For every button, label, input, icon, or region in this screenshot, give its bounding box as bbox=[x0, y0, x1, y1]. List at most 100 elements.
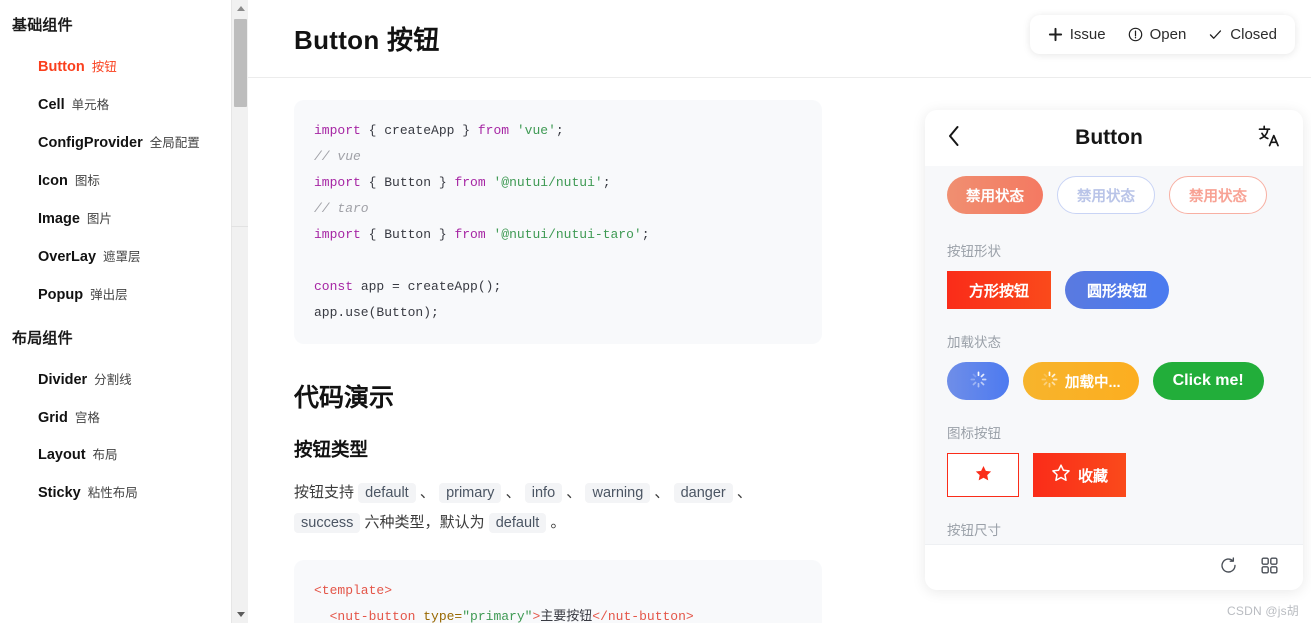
sidebar-item-layout[interactable]: Layout 布局 bbox=[0, 437, 248, 475]
scrollbar-thumb[interactable] bbox=[234, 19, 247, 107]
sidebar-item-label-en: Grid bbox=[38, 409, 68, 426]
code-token: import bbox=[314, 227, 361, 242]
code-token: { Button } bbox=[360, 175, 455, 190]
code-token: 'vue' bbox=[516, 123, 556, 138]
demo-code-block[interactable]: <template> <nut-button type="primary">主要… bbox=[294, 560, 822, 623]
loading-text-button[interactable]: 加载中... bbox=[1023, 362, 1139, 400]
sidebar-item-label-cn: 按钮 bbox=[91, 60, 117, 74]
star-outline-icon bbox=[1051, 463, 1071, 487]
issue-open-button[interactable]: Open bbox=[1128, 26, 1187, 43]
code-token: (Button); bbox=[368, 305, 439, 320]
square-button[interactable]: 方形按钮 bbox=[947, 271, 1052, 309]
refresh-icon[interactable] bbox=[1219, 556, 1238, 580]
sidebar-scrollbar[interactable] bbox=[231, 0, 248, 623]
desc-text: 按钮支持 bbox=[294, 484, 359, 501]
install-code-block[interactable]: import { createApp } from 'vue'; // vue … bbox=[294, 100, 822, 344]
code-token: ; bbox=[641, 227, 650, 242]
issue-closed-button[interactable]: Closed bbox=[1208, 26, 1277, 43]
sidebar-item-label-cn: 宫格 bbox=[74, 410, 100, 425]
translate-icon[interactable] bbox=[1257, 124, 1281, 153]
disabled-info-button[interactable]: 禁用状态 bbox=[1057, 176, 1155, 214]
sidebar-item-label-en: Cell bbox=[38, 96, 65, 113]
code-token: import bbox=[314, 123, 361, 138]
sidebar-item-label-cn: 布局 bbox=[92, 448, 118, 463]
check-icon bbox=[1208, 27, 1223, 42]
code-token: '@nutui/nutui' bbox=[493, 175, 603, 190]
desc-text: 、 bbox=[562, 484, 586, 501]
issue-open-circle-icon bbox=[1128, 27, 1143, 42]
code-token: from bbox=[454, 227, 486, 242]
sidebar-item-label-cn: 全局配置 bbox=[149, 135, 200, 150]
sidebar-item-label-cn: 单元格 bbox=[71, 97, 110, 112]
code-token: </nut-button> bbox=[592, 609, 694, 623]
code-token: // vue bbox=[314, 149, 361, 164]
sidebar-item-icon[interactable]: Icon 图标 bbox=[0, 163, 248, 201]
scroll-up-arrow[interactable] bbox=[232, 0, 248, 17]
sidebar-item-label-en: Button bbox=[38, 59, 85, 75]
issue-closed-label: Closed bbox=[1230, 26, 1277, 43]
sidebar-item-button[interactable]: Button 按钮 bbox=[0, 49, 248, 87]
code-token: from bbox=[454, 175, 486, 190]
desc-text: 、 bbox=[732, 484, 752, 501]
sidebar-item-label-cn: 粘性布局 bbox=[87, 486, 138, 501]
inline-code-warning: warning bbox=[585, 483, 651, 503]
sidebar-item-cell[interactable]: Cell 单元格 bbox=[0, 87, 248, 125]
qrcode-grid-icon[interactable] bbox=[1260, 556, 1279, 580]
issue-new-button[interactable]: Issue bbox=[1048, 26, 1106, 43]
loading-spinner-icon bbox=[1041, 371, 1058, 392]
inline-code-primary: primary bbox=[439, 483, 502, 503]
code-token: ; bbox=[602, 175, 611, 190]
sidebar-item-grid[interactable]: Grid 宫格 bbox=[0, 400, 248, 438]
sidebar-item-label-cn: 遮罩层 bbox=[103, 249, 141, 264]
loading-spinner-icon bbox=[970, 371, 987, 392]
click-me-button[interactable]: Click me! bbox=[1152, 362, 1264, 400]
disabled-primary-button[interactable]: 禁用状态 bbox=[947, 176, 1043, 214]
preview-footer bbox=[925, 544, 1303, 590]
sidebar-item-popup[interactable]: Popup 弹出层 bbox=[0, 277, 248, 315]
inline-code-default: default bbox=[488, 513, 547, 533]
sidebar-item-label-en: Sticky bbox=[38, 485, 81, 502]
loading-text-label: 加载中... bbox=[1065, 374, 1121, 391]
preview-row-icon-buttons: 收藏 bbox=[947, 453, 1281, 497]
phone-preview-panel: Button 禁用状态 禁用状态 禁用状态 按钮形状 方形按钮 圆形按钮 加载状… bbox=[925, 110, 1303, 590]
inline-code-info: info bbox=[524, 483, 563, 503]
sidebar-item-configprovider[interactable]: ConfigProvider 全局配置 bbox=[0, 125, 248, 163]
preview-row-shape: 方形按钮 圆形按钮 bbox=[947, 271, 1281, 309]
code-token: app = createApp bbox=[353, 279, 478, 294]
loading-icon-only-button[interactable] bbox=[947, 362, 1009, 400]
issue-open-label: Open bbox=[1149, 26, 1187, 43]
scroll-down-arrow[interactable] bbox=[232, 606, 248, 623]
chevron-left-icon[interactable] bbox=[947, 125, 961, 152]
disabled-danger-button[interactable]: 禁用状态 bbox=[1169, 176, 1267, 214]
sidebar-item-sticky[interactable]: Sticky 粘性布局 bbox=[0, 475, 248, 513]
round-button[interactable]: 圆形按钮 bbox=[1065, 271, 1170, 309]
inline-code-success: success bbox=[294, 513, 361, 533]
scrollbar-divider bbox=[231, 226, 248, 227]
star-outline-button[interactable] bbox=[947, 453, 1019, 497]
sidebar-item-overlay[interactable]: OverLay 遮罩层 bbox=[0, 239, 248, 277]
sidebar-item-label-cn: 图标 bbox=[74, 173, 100, 188]
sidebar-item-label-en: Icon bbox=[38, 172, 68, 189]
preview-row-loading: 加载中... Click me! bbox=[947, 362, 1281, 400]
nav-group-title: 布局组件 bbox=[12, 329, 73, 347]
page-title: Button 按钮 bbox=[294, 25, 440, 55]
favorite-button[interactable]: 收藏 bbox=[1033, 453, 1127, 497]
sidebar-item-label-en: Image bbox=[38, 210, 80, 227]
watermark: CSDN @js胡 bbox=[1227, 604, 1299, 618]
code-token: import bbox=[314, 175, 361, 190]
main-area: Button 按钮 Issue Open Closed import {cre… bbox=[248, 0, 1311, 623]
preview-body[interactable]: 禁用状态 禁用状态 禁用状态 按钮形状 方形按钮 圆形按钮 加载状态 加载中..… bbox=[925, 166, 1303, 544]
inline-code-danger: danger bbox=[673, 483, 733, 503]
sidebar-item-divider[interactable]: Divider 分割线 bbox=[0, 362, 248, 400]
code-token: app.use bbox=[314, 305, 369, 320]
sidebar: 基础组件 Button 按钮 Cell 单元格 ConfigProvider 全局配置 Ico… bbox=[0, 0, 248, 623]
sidebar-item-image[interactable]: Image 图片 bbox=[0, 201, 248, 239]
sidebar-item-label-en: Divider bbox=[38, 371, 88, 388]
code-token: const bbox=[314, 279, 354, 294]
section-title-demo: 代码演示 bbox=[294, 384, 395, 412]
code-token: // taro bbox=[314, 201, 369, 216]
button-types-description: 按钮支持 default 、 primary 、 info 、 warning … bbox=[294, 478, 822, 538]
preview-title: Button bbox=[1075, 126, 1143, 149]
